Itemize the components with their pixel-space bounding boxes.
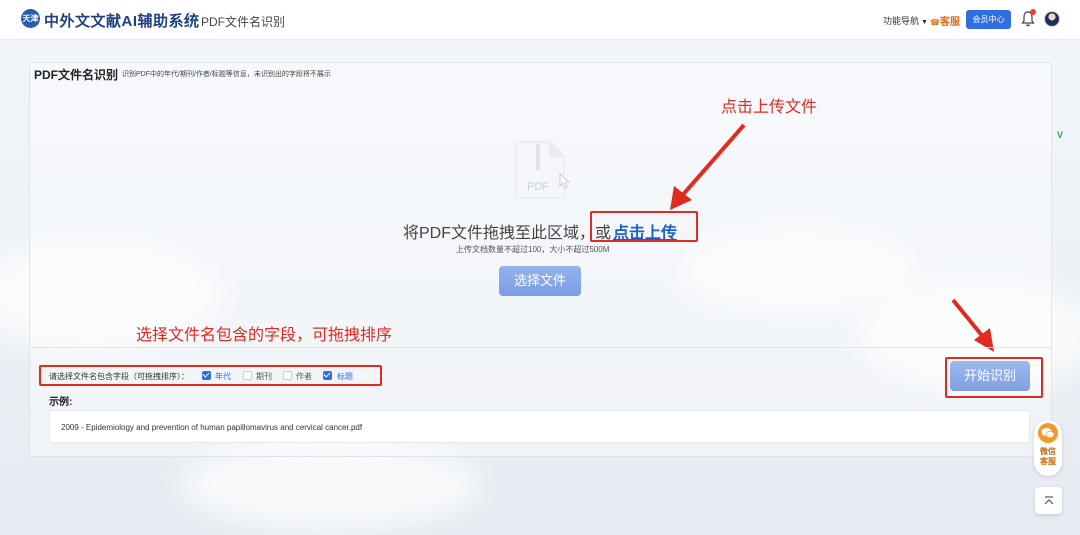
nav-menu-label: 功能导航: [883, 16, 920, 26]
annotation-arrow-icon: [670, 123, 746, 210]
header-divider: [189, 11, 190, 28]
wechat-service-line2: 客服: [1040, 457, 1056, 466]
start-recognition-button[interactable]: 开始识别: [950, 361, 1030, 391]
member-center-button[interactable]: 会员中心: [966, 10, 1011, 29]
checkbox-year-label[interactable]: 年代: [215, 371, 231, 382]
choose-file-button[interactable]: 选择文件: [499, 266, 581, 296]
logo-icon[interactable]: 天津: [21, 9, 40, 28]
fields-label: 请选择文件名包含字段（可拖拽排序）：: [49, 372, 189, 381]
checkbox-journal-label[interactable]: 期刊: [256, 371, 272, 382]
app-title[interactable]: 中外文文献AI辅助系统: [44, 10, 200, 31]
top-header: 天津 中外文文献AI辅助系统 PDF文件名识别 功能导航 ▼ ☎客服 会员中心: [0, 0, 1080, 40]
checkbox-title[interactable]: [323, 371, 332, 380]
customer-service-link[interactable]: ☎客服: [930, 13, 960, 28]
annotation-upload-hint: 点击上传文件: [721, 99, 818, 116]
avatar[interactable]: [1044, 11, 1060, 27]
annotation-fields-hint: 选择文件名包含的字段，可拖拽排序: [136, 327, 393, 344]
upload-limit-text: 上传文档数量不超过100，大小不超过500M: [456, 245, 610, 254]
back-to-top-button[interactable]: [1035, 487, 1062, 514]
checkbox-journal[interactable]: [243, 371, 252, 380]
wechat-service-line1: 微信: [1040, 447, 1056, 456]
arrow-up-icon: [1043, 493, 1055, 507]
card-title: PDF文件名识别: [34, 68, 119, 82]
section-divider: [30, 347, 1051, 348]
example-filename: 2009 - Epidemiology and prevention of hu…: [61, 423, 363, 432]
chevron-down-icon: ▼: [921, 19, 928, 26]
checkbox-author[interactable]: [283, 371, 292, 380]
annotation-arrow-icon: [951, 298, 994, 352]
nav-menu-dropdown[interactable]: 功能导航 ▼: [883, 14, 928, 27]
pdf-icon-label: PDF: [527, 181, 549, 193]
wechat-icon: [1038, 423, 1058, 443]
drop-zone-text: 将PDF文件拖拽至此区域，或: [403, 225, 612, 242]
side-logo-icon[interactable]: V: [1057, 130, 1063, 140]
checkbox-year[interactable]: [202, 371, 211, 380]
checkbox-author-label[interactable]: 作者: [296, 371, 312, 382]
annotation-upload-box: [590, 211, 698, 242]
pdf-file-icon[interactable]: PDF: [512, 140, 570, 200]
card-subtitle: 识别PDF中的年代/期刊/作者/标题等信息，未识别出的字段将不展示: [122, 71, 331, 78]
wechat-service-widget[interactable]: 微信 客服: [1034, 420, 1062, 476]
headset-icon: ☎: [930, 18, 940, 27]
recognition-card: [29, 62, 1052, 457]
page-title: PDF文件名识别: [201, 15, 286, 29]
checkbox-title-label[interactable]: 标题: [337, 371, 353, 382]
customer-service-label: 客服: [939, 17, 960, 28]
notification-dot: [1030, 9, 1036, 15]
example-label: 示例:: [49, 397, 73, 408]
